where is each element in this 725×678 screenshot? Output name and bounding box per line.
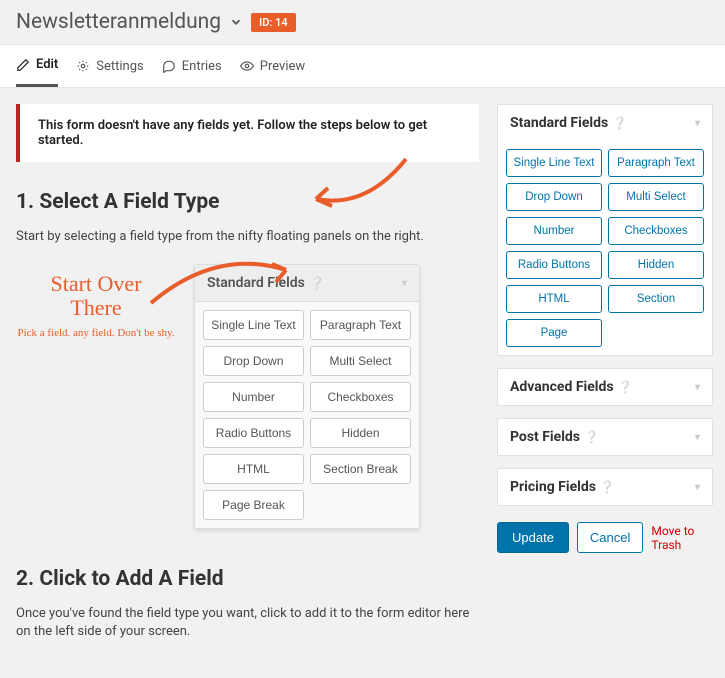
tab-preview[interactable]: Preview xyxy=(240,45,305,87)
field-type-button[interactable]: Page xyxy=(506,319,602,347)
gear-icon xyxy=(76,59,90,73)
illus-field-button: Checkboxes xyxy=(310,382,411,412)
help-icon: ❔ xyxy=(584,430,599,444)
tab-entries-label: Entries xyxy=(182,59,222,74)
field-type-button[interactable]: Multi Select xyxy=(608,183,704,211)
speech-icon xyxy=(162,59,176,73)
field-type-button[interactable]: Paragraph Text xyxy=(608,149,704,177)
collapse-icon: ▾ xyxy=(402,278,407,289)
illus-field-button: HTML xyxy=(203,454,304,484)
update-button[interactable]: Update xyxy=(497,522,569,553)
field-type-button[interactable]: Drop Down xyxy=(506,183,602,211)
cancel-button[interactable]: Cancel xyxy=(577,522,643,553)
panel-pricing-title: Pricing Fields xyxy=(510,479,596,495)
panel-pricing-head[interactable]: Pricing Fields ❔ ▾ xyxy=(498,469,712,505)
panel-post-head[interactable]: Post Fields ❔ ▾ xyxy=(498,419,712,455)
panel-post-title: Post Fields xyxy=(510,429,580,445)
illus-field-button: Paragraph Text xyxy=(310,310,411,340)
tab-entries[interactable]: Entries xyxy=(162,45,222,87)
tab-edit-label: Edit xyxy=(36,57,58,72)
move-to-trash-link[interactable]: Move to Trash xyxy=(651,524,713,552)
tab-preview-label: Preview xyxy=(260,59,305,74)
illus-field-button: Multi Select xyxy=(310,346,411,376)
title-chevron-icon[interactable] xyxy=(229,15,243,29)
help-icon: ❔ xyxy=(618,380,633,394)
tab-edit[interactable]: Edit xyxy=(16,45,58,87)
field-type-button[interactable]: Hidden xyxy=(608,251,704,279)
pencil-icon xyxy=(16,58,30,72)
arrow-right-icon xyxy=(306,154,416,214)
illus-field-button: Number xyxy=(203,382,304,412)
field-type-button[interactable]: HTML xyxy=(506,285,602,313)
id-badge: ID: 14 xyxy=(251,13,296,32)
help-icon: ❔ xyxy=(600,480,615,494)
section-2-heading: 2. Click to Add A Field xyxy=(16,567,479,591)
tabs-bar: Edit Settings Entries Preview xyxy=(0,44,725,88)
field-type-button[interactable]: Checkboxes xyxy=(608,217,704,245)
collapse-icon[interactable]: ▾ xyxy=(695,118,700,129)
panel-advanced-fields: Advanced Fields ❔ ▾ xyxy=(497,368,713,406)
panel-pricing-fields: Pricing Fields ❔ ▾ xyxy=(497,468,713,506)
tab-settings[interactable]: Settings xyxy=(76,45,143,87)
panel-advanced-title: Advanced Fields xyxy=(510,379,614,395)
illus-field-button: Radio Buttons xyxy=(203,418,304,448)
field-type-button[interactable]: Radio Buttons xyxy=(506,251,602,279)
field-type-button[interactable]: Single Line Text xyxy=(506,149,602,177)
panel-post-fields: Post Fields ❔ ▾ xyxy=(497,418,713,456)
eye-icon xyxy=(240,59,254,73)
field-type-button[interactable]: Number xyxy=(506,217,602,245)
panel-standard-fields: Standard Fields ❔ ▾ Single Line TextParag… xyxy=(497,104,713,356)
illus-field-button: Hidden xyxy=(310,418,411,448)
section-1-desc: Start by selecting a field type from the… xyxy=(16,228,479,246)
illus-field-button: Single Line Text xyxy=(203,310,304,340)
section-2-desc: Once you've found the field type you wan… xyxy=(16,605,479,641)
tab-settings-label: Settings xyxy=(96,59,143,74)
illus-field-button: Drop Down xyxy=(203,346,304,376)
panel-standard-head[interactable]: Standard Fields ❔ ▾ xyxy=(498,105,712,141)
hand-small: Pick a field. any field. Don't be shy. xyxy=(16,327,176,339)
collapse-icon[interactable]: ▾ xyxy=(695,432,700,443)
help-icon: ❔ xyxy=(310,276,325,290)
panel-advanced-head[interactable]: Advanced Fields ❔ ▾ xyxy=(498,369,712,405)
help-icon: ❔ xyxy=(612,116,627,130)
collapse-icon[interactable]: ▾ xyxy=(695,382,700,393)
panel-standard-title: Standard Fields xyxy=(510,115,608,131)
page-title: Newsletteranmeldung xyxy=(16,10,221,34)
illus-field-button: Section Break xyxy=(310,454,411,484)
collapse-icon[interactable]: ▾ xyxy=(695,482,700,493)
illus-field-button: Page Break xyxy=(203,490,304,520)
field-type-button[interactable]: Section xyxy=(608,285,704,313)
arc-arrow-icon xyxy=(146,258,296,308)
